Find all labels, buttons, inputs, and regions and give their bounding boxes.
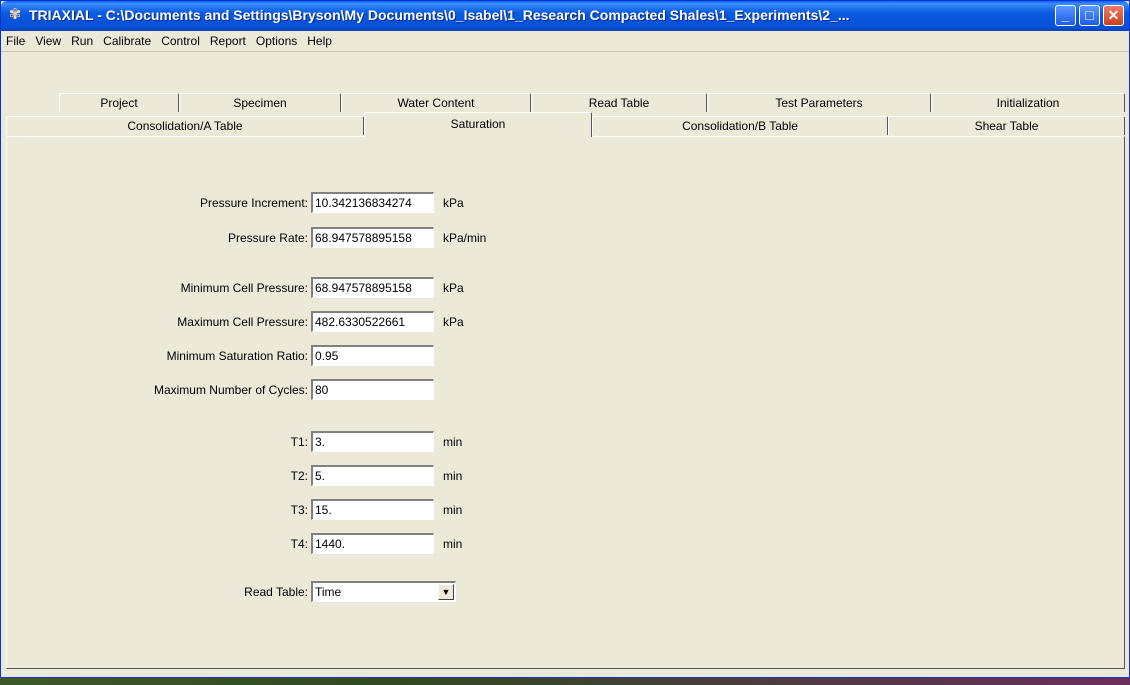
t3-label: T3: <box>290 503 308 517</box>
max-cell-pressure-label: Maximum Cell Pressure: <box>177 315 308 329</box>
t1-label: T1: <box>290 435 308 449</box>
t3-field[interactable]: 15. <box>311 499 434 520</box>
min-saturation-ratio-field[interactable]: 0.95 <box>311 345 434 366</box>
min-cell-pressure-unit: kPa <box>443 281 464 295</box>
t1-unit: min <box>443 435 463 449</box>
read-table-select[interactable]: Time ▼ <box>311 581 456 602</box>
tab-test-parameters[interactable]: Test Parameters <box>707 93 931 112</box>
max-cell-pressure-field[interactable]: 482.6330522661 <box>311 311 434 332</box>
max-cycles-field[interactable]: 80 <box>311 379 434 400</box>
tab-project[interactable]: Project <box>59 93 179 112</box>
pressure-increment-field[interactable]: 10.342136834274 <box>311 192 434 213</box>
tab-consolidation-b-table[interactable]: Consolidation/B Table <box>592 116 888 135</box>
min-cell-pressure-label: Minimum Cell Pressure: <box>180 281 308 295</box>
pressure-rate-unit: kPa/min <box>443 231 487 245</box>
t2-field[interactable]: 5. <box>311 465 434 486</box>
max-cell-pressure-unit: kPa <box>443 315 464 329</box>
chevron-down-icon[interactable]: ▼ <box>438 584 454 600</box>
max-cycles-label: Maximum Number of Cycles: <box>153 383 308 397</box>
t4-unit: min <box>443 537 463 551</box>
saturation-panel: Pressure Increment: 10.342136834274 kPa … <box>6 136 1125 669</box>
tab-water-content[interactable]: Water Content <box>341 93 531 112</box>
t4-field[interactable]: 1440. <box>311 533 434 554</box>
pressure-increment-unit: kPa <box>443 196 464 210</box>
read-table-label: Read Table: <box>244 585 308 599</box>
t1-field[interactable]: 3. <box>311 431 434 452</box>
tab-specimen[interactable]: Specimen <box>179 93 341 112</box>
app-window: ✾ TRIAXIAL - C:\Documents and Settings\B… <box>0 0 1130 678</box>
t3-unit: min <box>443 503 463 517</box>
tab-consolidation-a-table[interactable]: Consolidation/A Table <box>6 116 364 135</box>
pressure-rate-label: Pressure Rate: <box>227 231 308 245</box>
min-saturation-ratio-label: Minimum Saturation Ratio: <box>166 349 308 363</box>
read-table-value: Time <box>315 585 342 599</box>
t4-label: T4: <box>290 537 308 551</box>
pressure-increment-label: Pressure Increment: <box>199 196 308 210</box>
tab-initialization[interactable]: Initialization <box>931 93 1125 112</box>
tab-read-table[interactable]: Read Table <box>531 93 707 112</box>
tab-saturation[interactable]: Saturation <box>364 112 592 137</box>
min-cell-pressure-field[interactable]: 68.947578895158 <box>311 277 434 298</box>
t2-label: T2: <box>290 469 308 483</box>
t2-unit: min <box>443 469 463 483</box>
pressure-rate-field[interactable]: 68.947578895158 <box>311 227 434 248</box>
tab-shear-table[interactable]: Shear Table <box>888 116 1125 135</box>
